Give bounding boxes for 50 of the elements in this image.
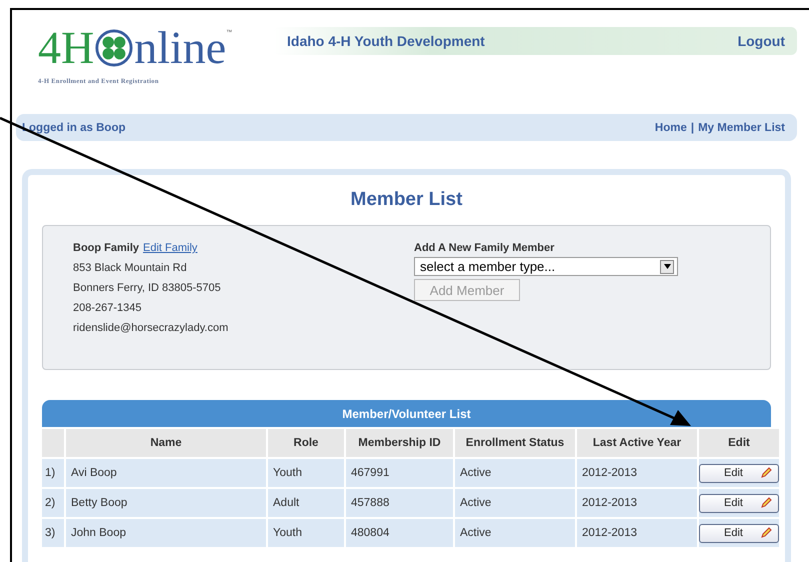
nav-link[interactable]: Home <box>654 122 687 134</box>
edit-button[interactable]: Edit <box>699 524 779 542</box>
login-status: Logged in as Boop <box>22 122 126 134</box>
row-number: 3) <box>42 519 64 547</box>
column-header: Last Active Year <box>577 429 697 457</box>
pencil-icon <box>760 467 772 479</box>
link-separator: | <box>690 122 694 134</box>
table-cell: Avi Boop <box>66 459 266 487</box>
table-cell: 2012-2013 <box>577 459 697 487</box>
table-cell: 457888 <box>346 489 453 517</box>
table-title: Member/Volunteer List <box>42 400 771 427</box>
table-cell: Active <box>455 459 575 487</box>
pencil-icon <box>760 527 772 539</box>
column-header: Membership ID <box>346 429 453 457</box>
pencil-icon <box>760 497 772 509</box>
column-header: Name <box>66 429 266 457</box>
logout-link[interactable]: Logout <box>738 33 785 49</box>
nav-link[interactable]: My Member List <box>698 122 785 134</box>
table-cell: Youth <box>268 459 344 487</box>
table-cell: 480804 <box>346 519 453 547</box>
table-cell: Active <box>455 519 575 547</box>
table-cell: John Boop <box>66 519 266 547</box>
table-cell: Youth <box>268 519 344 547</box>
site-title: Idaho 4-H Youth Development <box>287 33 485 49</box>
family-info: ridenslide@horsecrazylady.com <box>73 322 230 334</box>
column-header: Edit <box>699 429 779 457</box>
table-cell: 467991 <box>346 459 453 487</box>
member-type-select[interactable]: select a member type... <box>414 257 678 276</box>
column-header: Role <box>268 429 344 457</box>
family-info: 853 Black Mountain Rd <box>73 262 188 274</box>
column-header: Enrollment Status <box>455 429 575 457</box>
family-info: Bonners Ferry, ID 83805-5705 <box>73 282 222 294</box>
row-number: 1) <box>42 459 64 487</box>
dropdown-icon <box>660 260 674 274</box>
logo-text: 4H <box>38 25 94 71</box>
table-cell: Betty Boop <box>66 489 266 517</box>
edit-button[interactable]: Edit <box>699 494 779 512</box>
page-title: Member List <box>350 189 464 211</box>
table-cell: 2012-2013 <box>577 519 697 547</box>
row-number: 2) <box>42 489 64 517</box>
table-cell: Active <box>455 489 575 517</box>
add-member-label: Add A New Family Member <box>414 242 556 254</box>
edit-family-link[interactable]: Edit Family <box>143 242 198 254</box>
edit-button[interactable]: Edit <box>699 464 779 482</box>
family-info: 208-267-1345 <box>73 302 143 314</box>
clover-icon <box>95 29 134 67</box>
logo-text: nline <box>134 25 226 71</box>
family-name: Boop Family <box>73 242 140 254</box>
table-cell: 2012-2013 <box>577 489 697 517</box>
table-cell: Adult <box>268 489 344 517</box>
